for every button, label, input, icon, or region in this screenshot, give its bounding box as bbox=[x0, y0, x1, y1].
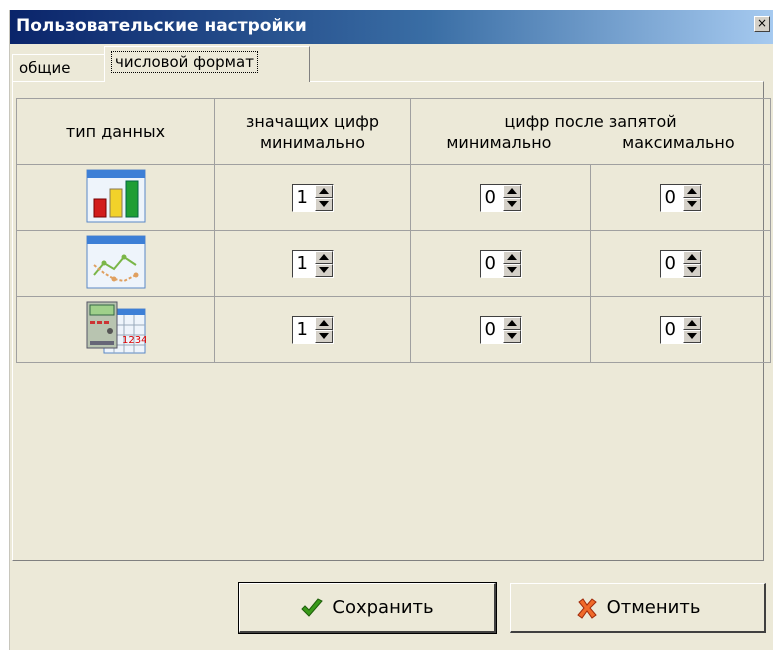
tab-numeric-format-label: числовой формат bbox=[111, 51, 258, 73]
close-button[interactable]: × bbox=[754, 16, 770, 32]
table-row: 1234 1 0 0 bbox=[16, 296, 771, 363]
spinner-value[interactable]: 1 bbox=[293, 251, 315, 277]
significant-min-spinner[interactable]: 1 bbox=[291, 249, 334, 278]
header-significant-min-label: минимально bbox=[259, 132, 366, 152]
significant-min-cell: 1 bbox=[214, 296, 411, 363]
decimals-max-spinner[interactable]: 0 bbox=[659, 249, 702, 278]
calculator-table-icon: 1234 bbox=[86, 301, 146, 353]
spin-up-button[interactable] bbox=[314, 250, 333, 264]
decimals-min-spinner[interactable]: 0 bbox=[479, 183, 522, 212]
spin-up-button[interactable] bbox=[314, 316, 333, 330]
header-decimals-max-label: максимально bbox=[622, 132, 735, 152]
data-type-cell: 1234 bbox=[16, 296, 215, 363]
dialog-title: Пользовательские настройки bbox=[16, 16, 307, 36]
decimals-min-cell: 0 bbox=[410, 296, 591, 363]
spinner-value[interactable]: 1 bbox=[293, 185, 315, 211]
data-type-cell bbox=[16, 230, 215, 297]
significant-min-spinner[interactable]: 1 bbox=[291, 315, 334, 344]
checkmark-icon bbox=[301, 597, 324, 617]
spin-up-button[interactable] bbox=[502, 250, 521, 264]
decimals-min-cell: 0 bbox=[410, 230, 591, 297]
spinner-value[interactable]: 0 bbox=[661, 317, 683, 343]
spin-down-button[interactable] bbox=[314, 263, 333, 277]
decimals-max-cell: 0 bbox=[590, 296, 771, 363]
spin-down-button[interactable] bbox=[314, 329, 333, 343]
format-table: тип данных значащих цифр минимально цифр… bbox=[16, 98, 771, 363]
save-button-label: Сохранить bbox=[332, 597, 434, 618]
spin-down-button[interactable] bbox=[502, 329, 521, 343]
spinner-value[interactable]: 0 bbox=[481, 185, 503, 211]
significant-min-spinner[interactable]: 1 bbox=[291, 183, 334, 212]
cross-icon bbox=[576, 597, 597, 619]
spin-down-button[interactable] bbox=[314, 197, 333, 211]
significant-min-cell: 1 bbox=[214, 164, 411, 231]
decimals-max-cell: 0 bbox=[590, 230, 771, 297]
table-row: 1 0 0 bbox=[16, 230, 771, 297]
header-decimals-label: цифр после запятой bbox=[504, 111, 677, 131]
spin-up-button[interactable] bbox=[314, 184, 333, 198]
decimals-max-spinner[interactable]: 0 bbox=[659, 315, 702, 344]
tab-general[interactable]: общие bbox=[12, 54, 107, 82]
cancel-button[interactable]: Отменить bbox=[510, 583, 766, 633]
title-bar: Пользовательские настройки × bbox=[10, 10, 773, 44]
svg-text:1234: 1234 bbox=[122, 335, 146, 346]
decimals-min-spinner[interactable]: 0 bbox=[479, 315, 522, 344]
decimals-max-cell: 0 bbox=[590, 164, 771, 231]
spin-up-button[interactable] bbox=[682, 250, 701, 264]
decimals-min-cell: 0 bbox=[410, 164, 591, 231]
tab-general-label: общие bbox=[19, 59, 71, 77]
spin-up-button[interactable] bbox=[502, 184, 521, 198]
spinner-value[interactable]: 1 bbox=[293, 317, 315, 343]
header-significant-digits: значащих цифр минимально bbox=[214, 98, 411, 165]
spin-down-button[interactable] bbox=[682, 197, 701, 211]
decimals-min-spinner[interactable]: 0 bbox=[479, 249, 522, 278]
table-row: 1 0 0 bbox=[16, 164, 771, 231]
spin-up-button[interactable] bbox=[682, 316, 701, 330]
tab-numeric-format[interactable]: числовой формат bbox=[104, 46, 310, 82]
spin-down-button[interactable] bbox=[682, 329, 701, 343]
spin-down-button[interactable] bbox=[502, 263, 521, 277]
spinner-value[interactable]: 0 bbox=[661, 185, 683, 211]
data-type-cell bbox=[16, 164, 215, 231]
header-significant-label: значащих цифр bbox=[245, 111, 380, 131]
spin-down-button[interactable] bbox=[502, 197, 521, 211]
spinner-value[interactable]: 0 bbox=[481, 317, 503, 343]
header-data-type: тип данных bbox=[16, 98, 215, 165]
spinner-value[interactable]: 0 bbox=[481, 251, 503, 277]
line-chart-icon bbox=[86, 235, 145, 288]
header-decimal-digits: цифр после запятой минимально максимальн… bbox=[410, 98, 771, 165]
header-decimals-min-label: минимально bbox=[446, 132, 552, 152]
spinner-value[interactable]: 0 bbox=[661, 251, 683, 277]
significant-min-cell: 1 bbox=[214, 230, 411, 297]
bar-chart-icon bbox=[86, 169, 145, 222]
cancel-button-label: Отменить bbox=[606, 597, 701, 618]
spin-up-button[interactable] bbox=[682, 184, 701, 198]
spin-down-button[interactable] bbox=[682, 263, 701, 277]
decimals-max-spinner[interactable]: 0 bbox=[659, 183, 702, 212]
spin-up-button[interactable] bbox=[502, 316, 521, 330]
header-data-type-label: тип данных bbox=[65, 122, 166, 141]
save-button[interactable]: Сохранить bbox=[238, 582, 497, 634]
table-header-row: тип данных значащих цифр минимально цифр… bbox=[16, 98, 771, 165]
